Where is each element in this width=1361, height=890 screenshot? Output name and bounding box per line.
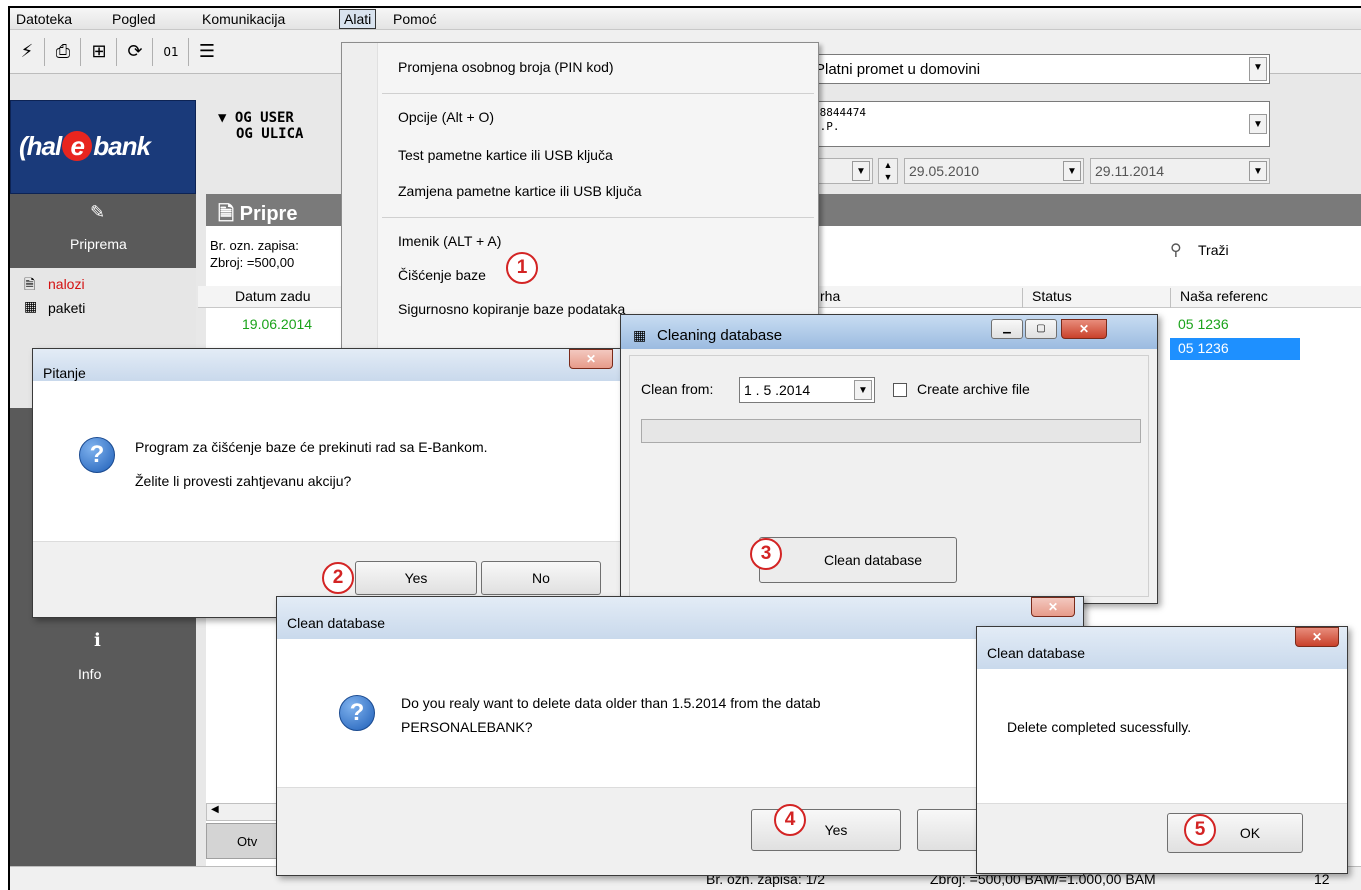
menu-item-sigurnosno-kopiranje[interactable]: Sigurnosno kopiranje baze podataka [398, 301, 625, 317]
col-status[interactable]: Status [1032, 288, 1072, 304]
search-label[interactable]: Traži [1198, 242, 1229, 258]
close-icon[interactable]: ✕ [1061, 319, 1107, 339]
done-dialog: Clean database ✕ Delete completed sucess… [976, 626, 1348, 874]
pitanje-title: Pitanje [43, 365, 86, 381]
question-icon: ? [79, 437, 115, 473]
date-from-field[interactable]: 29.05.2010 ▼ [904, 158, 1084, 184]
user-name[interactable]: ▼ OG USER [218, 110, 294, 126]
col-svrha[interactable]: rha [820, 288, 840, 304]
nav-item-paketi[interactable]: paketi [48, 300, 85, 316]
connect-icon[interactable]: ⚡ [14, 40, 40, 64]
step-badge-2: 2 [322, 562, 354, 594]
payment-type-select[interactable]: Platni promet u domovini ▼ [810, 54, 1270, 84]
create-archive-label: Create archive file [917, 381, 1030, 397]
col-referenca[interactable]: Naša referenc [1180, 288, 1268, 304]
date-spinner[interactable]: ▲ ▼ [878, 158, 898, 184]
nav-item-nalozi[interactable]: nalozi [48, 276, 85, 292]
calendar-icon: ▦ [633, 327, 647, 343]
step-badge-4: 4 [774, 804, 806, 836]
step-badge-1: 1 [506, 252, 538, 284]
menu-alati[interactable]: Alati [339, 9, 377, 29]
menu-item-zamjena-kartice[interactable]: Zamjena pametne kartice ili USB ključa [398, 183, 642, 199]
cleaning-title: Cleaning database [657, 327, 783, 344]
records-count: Br. ozn. zapisa: [210, 238, 299, 253]
pitanje-no-button[interactable]: No [481, 561, 601, 595]
menu-datoteka[interactable]: Datoteka [12, 10, 76, 28]
menu-komunikacija[interactable]: Komunikacija [198, 10, 289, 28]
progress-bar [641, 419, 1141, 443]
nav-priprema[interactable]: Priprema [70, 236, 127, 252]
chevron-down-icon[interactable]: ▼ [854, 380, 872, 400]
user-address: OG ULICA [236, 126, 304, 142]
menu-item-pin[interactable]: Promjena osobnog broja (PIN kod) [398, 59, 614, 75]
print-icon[interactable]: ⎙ [50, 40, 76, 64]
date-mode-select[interactable]: ▼ [818, 158, 873, 184]
document-icon[interactable]: ☰ [194, 40, 220, 64]
date-to-field[interactable]: 29.11.2014 ▼ [1090, 158, 1270, 184]
nalozi-icon: 🗎 [24, 276, 36, 292]
cleaning-database-dialog: ▦ Cleaning database ▁ ▢ ✕ Clean from: 1 … [620, 314, 1158, 604]
search-icon[interactable]: ⚲ [1170, 240, 1182, 260]
menu-item-opcije[interactable]: Opcije (Alt + O) [398, 109, 494, 125]
clean-database-button[interactable]: Clean database [759, 537, 957, 583]
paketi-icon: ▦ [24, 298, 38, 314]
done-title: Clean database [987, 645, 1086, 661]
book-icon[interactable]: ⊞ [86, 40, 112, 64]
step-badge-5: 5 [1184, 814, 1216, 846]
chevron-down-icon[interactable]: ▼ [1249, 161, 1267, 181]
chevron-down-icon[interactable]: ▼ [852, 161, 870, 181]
done-message: Delete completed sucessfully. [1007, 719, 1192, 735]
confirm-message-line1: Do you realy want to delete data older t… [401, 695, 821, 711]
menu-item-imenik[interactable]: Imenik (ALT + A) [398, 233, 501, 249]
sum-total: Zbroj: =500,00 [210, 255, 295, 270]
row1-ref[interactable]: 05 1236 [1178, 316, 1229, 332]
logo-wordmark: (hal e bank [19, 131, 151, 161]
pitanje-message-line1: Program za čišćenje baze će prekinuti ra… [135, 439, 488, 455]
payment-type-value: Platni promet u domovini [815, 61, 981, 78]
menu-item-ciscenje-baze[interactable]: Čišćenje baze [398, 267, 486, 283]
menubar: Datoteka Pogled Komunikacija Alati Pomoć [10, 8, 1361, 30]
pitanje-yes-button[interactable]: Yes [355, 561, 477, 595]
app-window: Datoteka Pogled Komunikacija Alati Pomoć… [8, 6, 1361, 890]
col-datum[interactable]: Datum zadu [235, 288, 310, 304]
account-select[interactable]: 38844474 S.P. ▼ [810, 101, 1270, 147]
info-icon: ℹ [94, 630, 101, 650]
chevron-down-icon[interactable]: ▼ [1063, 161, 1081, 181]
nav-info[interactable]: Info [78, 666, 101, 682]
chevron-down-icon[interactable]: ▼ [1249, 57, 1267, 81]
clean-from-date-picker[interactable]: 1 . 5 .2014 ▼ [739, 377, 875, 403]
binary-icon[interactable]: 01 [158, 40, 184, 64]
menu-pomoc[interactable]: Pomoć [389, 10, 441, 28]
minimize-icon[interactable]: ▁ [991, 319, 1023, 339]
row2-ref[interactable]: 05 1236 [1178, 340, 1229, 356]
halcom-ebank-logo: (hal e bank [10, 100, 196, 194]
step-badge-3: 3 [750, 538, 782, 570]
create-archive-checkbox[interactable] [893, 383, 907, 397]
edit-icon: ✎ [90, 202, 106, 222]
confirm-message-line2: PERSONALEBANK? [401, 719, 533, 735]
confirm-title: Clean database [287, 615, 386, 631]
close-icon[interactable]: ✕ [1295, 627, 1339, 647]
confirm-dialog: Clean database ✕ ? Do you realy want to … [276, 596, 1084, 876]
alati-menu: Promjena osobnog broja (PIN kod) Opcije … [341, 42, 819, 352]
chevron-down-icon[interactable]: ▼ [1249, 114, 1267, 134]
maximize-icon[interactable]: ▢ [1025, 319, 1057, 339]
menu-pogled[interactable]: Pogled [108, 10, 160, 28]
pitanje-message-line2: Želite li provesti zahtjevanu akciju? [135, 473, 352, 489]
menu-item-test-kartice[interactable]: Test pametne kartice ili USB ključa [398, 147, 613, 163]
sync-icon[interactable]: ⟳ [122, 40, 148, 64]
clean-from-label: Clean from: [641, 381, 714, 397]
close-icon[interactable]: ✕ [1031, 597, 1075, 617]
row1-date[interactable]: 19.06.2014 [242, 316, 312, 332]
close-icon[interactable]: ✕ [569, 349, 613, 369]
question-icon: ? [339, 695, 375, 731]
